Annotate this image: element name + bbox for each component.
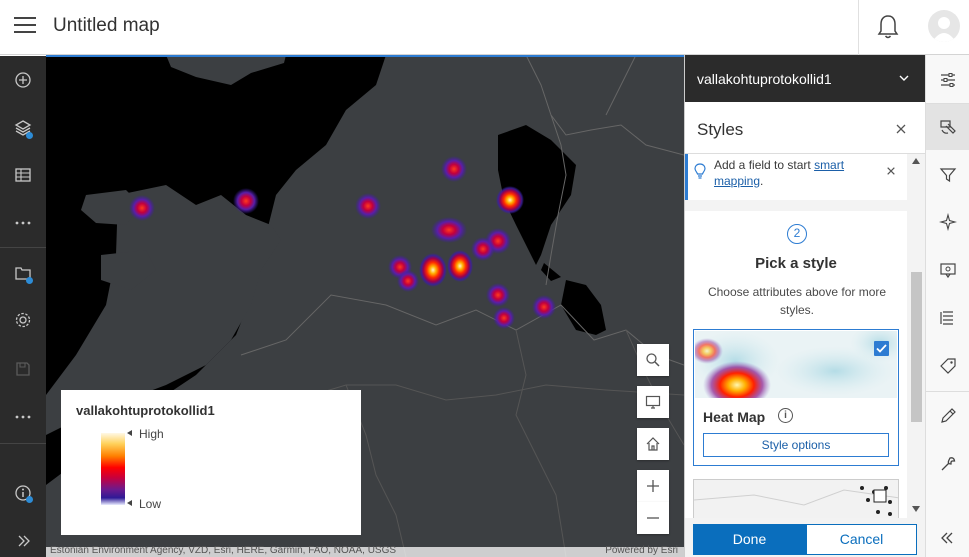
close-icon[interactable]	[886, 166, 896, 176]
legend-title: vallakohtuprotokollid1	[76, 403, 215, 418]
map-focus-line	[46, 55, 684, 57]
menu-icon[interactable]	[14, 17, 36, 35]
done-button[interactable]: Done	[693, 524, 806, 555]
attribution-text[interactable]: Estonian Environment Agency, VZD, Esri, …	[50, 544, 396, 557]
save-icon[interactable]	[0, 351, 46, 387]
style-options-button[interactable]: Style options	[703, 433, 889, 457]
attribution-bar: Estonian Environment Agency, VZD, Esri, …	[46, 544, 684, 557]
labels-icon[interactable]	[926, 295, 969, 341]
properties-icon[interactable]	[926, 57, 969, 103]
notice-text: Add a field to start smart mapping.	[714, 157, 864, 189]
left-toolbar	[0, 56, 46, 557]
checkmark-icon	[876, 344, 887, 353]
info-icon[interactable]: i	[778, 408, 793, 423]
scroll-down-icon[interactable]	[912, 506, 920, 512]
layer-name: vallakohtuprotokollid1	[697, 71, 832, 87]
sketch-icon[interactable]	[926, 393, 969, 439]
layers-badge	[26, 132, 33, 139]
more-icon[interactable]	[0, 399, 46, 435]
search-button[interactable]	[637, 344, 669, 376]
notice-suffix: .	[760, 174, 764, 188]
search-icon	[646, 353, 660, 367]
add-icon[interactable]	[0, 62, 46, 98]
legend-tick	[127, 500, 132, 506]
lightbulb-icon	[694, 163, 706, 179]
wrench-icon[interactable]	[926, 441, 969, 487]
heat-map-label: Heat Map	[703, 409, 766, 425]
scroll-up-icon[interactable]	[912, 158, 920, 164]
zoom-out-button[interactable]	[637, 502, 669, 534]
tags-icon[interactable]	[926, 343, 969, 389]
styles-header: Styles	[685, 102, 926, 154]
pick-style-title: Pick a style	[755, 255, 837, 272]
expand-icon[interactable]	[0, 523, 46, 557]
app: Untitled map vallakohtuprotokollid1 High…	[0, 0, 969, 557]
layers-icon[interactable]	[0, 110, 46, 146]
map-legend: vallakohtuprotokollid1 High Low	[61, 390, 361, 535]
folder-badge	[26, 277, 33, 284]
zoom-in-button[interactable]	[637, 470, 669, 502]
folder-icon[interactable]	[0, 255, 46, 291]
location-style-card[interactable]	[693, 479, 899, 518]
home-button[interactable]	[637, 428, 669, 460]
close-icon[interactable]	[895, 123, 907, 135]
legend-tick	[127, 430, 132, 436]
legend-high-label: High	[139, 427, 164, 441]
style-selected-checkbox[interactable]	[874, 341, 889, 356]
bell-icon[interactable]	[876, 13, 900, 41]
heat-map-thumbnail	[695, 331, 897, 398]
map-title[interactable]: Untitled map	[53, 15, 160, 37]
gear-icon[interactable]	[0, 302, 46, 338]
layer-selector[interactable]: vallakohtuprotokollid1	[685, 55, 926, 102]
monitor-icon	[645, 395, 661, 409]
panel-footer: Done Cancel	[685, 518, 926, 557]
scrollbar-thumb[interactable]	[911, 272, 922, 422]
effects-icon[interactable]	[926, 199, 969, 245]
user-icon	[932, 17, 956, 42]
styles-scroll-area[interactable]: Add a field to start smart mapping. 2 Pi…	[685, 154, 926, 518]
styles-icon[interactable]	[926, 104, 969, 150]
header-bar: Untitled map	[0, 0, 969, 55]
pick-style-description: Choose attributes above for more styles.	[707, 285, 887, 317]
minus-icon	[647, 517, 659, 519]
header-divider	[858, 0, 859, 55]
chevron-down-icon	[899, 75, 909, 81]
info-icon[interactable]	[0, 475, 46, 511]
styles-title: Styles	[697, 120, 744, 139]
pick-style-card: 2 Pick a style Choose attributes above f…	[685, 211, 907, 518]
smart-mapping-notice: Add a field to start smart mapping.	[685, 154, 907, 200]
map-view[interactable]: vallakohtuprotokollid1 High Low Estonian…	[46, 55, 684, 557]
table-icon[interactable]	[0, 157, 46, 193]
user-avatar[interactable]	[928, 10, 960, 42]
home-icon	[646, 437, 660, 451]
heat-map-style-card[interactable]: Heat Map i Style options	[693, 329, 899, 466]
screen-button[interactable]	[637, 386, 669, 418]
styles-panel: vallakohtuprotokollid1 Styles Add a fiel…	[684, 55, 926, 557]
right-toolbar	[925, 55, 969, 557]
more-icon[interactable]	[0, 205, 46, 241]
powered-by-text[interactable]: Powered by Esri	[605, 544, 678, 557]
legend-color-ramp	[101, 433, 125, 505]
cancel-button[interactable]: Cancel	[806, 524, 917, 555]
collapse-icon[interactable]	[926, 515, 969, 557]
panel-scrollbar[interactable]	[907, 154, 926, 518]
legend-low-label: Low	[139, 497, 162, 511]
step-number: 2	[787, 224, 807, 244]
toolbar-divider	[926, 391, 969, 392]
notice-prefix: Add a field to start	[714, 158, 815, 172]
toolbar-divider	[0, 247, 46, 248]
plus-icon	[647, 480, 659, 492]
info-badge	[26, 496, 33, 503]
toolbar-divider	[0, 443, 46, 444]
location-thumbnail	[694, 480, 898, 518]
filter-icon[interactable]	[926, 152, 969, 198]
popups-icon[interactable]	[926, 247, 969, 293]
